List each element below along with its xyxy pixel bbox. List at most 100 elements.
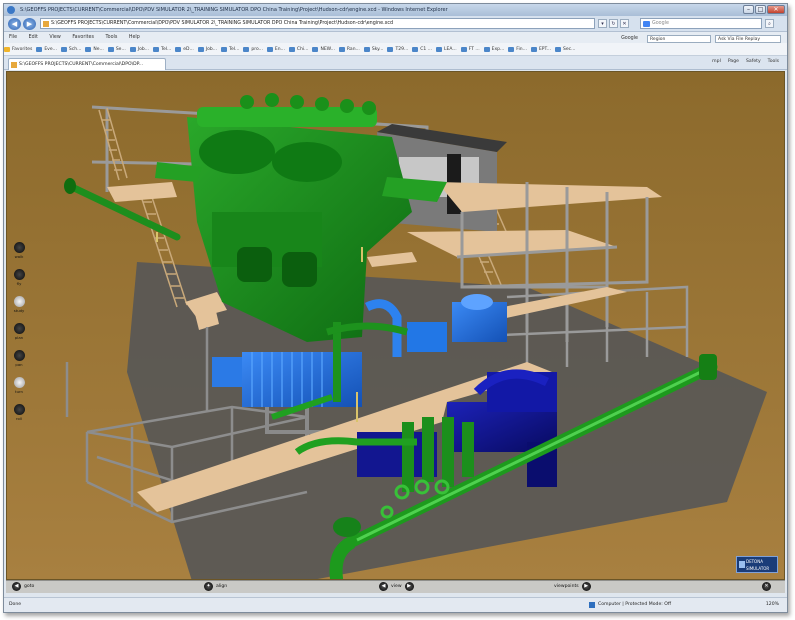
google-icon (643, 21, 650, 27)
tab-row: S:\GEOFFS PROJECTS\CURRENT\Commercial\DP… (4, 56, 787, 70)
security-zone[interactable]: Computer | Protected Mode: Off (589, 598, 671, 612)
close-button[interactable]: ✕ (767, 5, 785, 14)
view-control[interactable]: ◀ view ▶ (379, 582, 414, 591)
nav-label-turn: turn (15, 389, 23, 394)
stop-icon[interactable]: ✕ (620, 19, 629, 28)
viewpoints-icon: ▶ (581, 582, 591, 591)
fly-icon[interactable] (13, 269, 25, 280)
favorite-link[interactable]: pro... (243, 43, 263, 55)
favorite-link[interactable]: Ne... (85, 43, 104, 55)
favorite-link[interactable]: Eve... (36, 43, 57, 55)
address-input[interactable]: S:\GEOFFS PROJECTS\CURRENT\Commercial\DP… (40, 18, 595, 29)
favorites-bar: Favorites Eve... Sch... Ne... Se... Job... Tel… (4, 43, 787, 56)
window-titlebar: S:\GEOFFS PROJECTS\CURRENT\Commercial\DP… (4, 4, 787, 16)
status-bar: Done Computer | Protected Mode: Off 120% (4, 597, 787, 612)
favorites-button[interactable]: Favorites (4, 43, 32, 55)
turn-icon[interactable] (13, 377, 25, 388)
nav-label-pan: pan (15, 362, 23, 367)
menu-bar: File Edit View Favorites Tools Help Goog… (4, 32, 787, 43)
window-title: S:\GEOFFS PROJECTS\CURRENT\Commercial\DP… (20, 7, 448, 13)
menu-tools[interactable]: Tools (106, 35, 118, 40)
favorite-link[interactable]: En... (266, 43, 285, 55)
view-label: view (391, 584, 402, 589)
page-icon (11, 62, 17, 68)
favorite-link[interactable]: T29... (387, 43, 408, 55)
menu-favorites[interactable]: Favorites (72, 35, 94, 40)
close-viewer-icon: ✕ (762, 582, 771, 591)
search-placeholder: Google (652, 21, 669, 26)
nav-label-fly: fly (16, 281, 22, 286)
align-control[interactable]: ✦ align (204, 582, 227, 591)
favorite-link[interactable]: EPT... (530, 43, 551, 55)
navigation-dock: walk fly study plan pan turn roll (12, 242, 26, 431)
menu-help[interactable]: Help (129, 35, 140, 40)
region-select[interactable]: Region (647, 34, 711, 43)
view-prev-icon: ◀ (379, 582, 388, 591)
nav-label-plan: plan (14, 335, 24, 340)
menu-file[interactable]: File (9, 35, 17, 40)
viewpoints-control[interactable]: viewpoints ▶ (554, 582, 591, 591)
favorite-link[interactable]: Sky... (363, 43, 383, 55)
goto-control[interactable]: ◀ goto (12, 582, 34, 591)
command-mail[interactable]: mpl (712, 59, 721, 64)
view-next-icon: ▶ (404, 582, 414, 591)
favorite-link[interactable]: Sch... (60, 43, 81, 55)
ie-logo-icon (7, 6, 15, 14)
favorite-link[interactable]: Job... (197, 43, 217, 55)
address-toolbar: ◀ ▶ S:\GEOFFS PROJECTS\CURRENT\Commercia… (4, 16, 787, 32)
exit-control[interactable]: ✕ (762, 582, 771, 591)
walk-icon[interactable] (13, 242, 25, 253)
menu-edit[interactable]: Edit (29, 35, 38, 40)
viewer-control-bar: ◀ goto ✦ align ◀ view ▶ viewpoints ▶ ✕ (6, 580, 785, 593)
favorite-link[interactable]: C1 ... (412, 43, 432, 55)
status-text: Done (9, 602, 22, 607)
pan-icon[interactable] (13, 350, 25, 361)
3d-viewport[interactable]: walk fly study plan pan turn roll DETONA SIMUL… (6, 71, 785, 580)
menu-view[interactable]: View (49, 35, 60, 40)
nav-label-roll: roll (16, 416, 22, 421)
tab-current[interactable]: S:\GEOFFS PROJECTS\CURRENT\Commercial\DP… (8, 58, 166, 70)
plan-icon[interactable] (13, 323, 25, 334)
maximize-button[interactable]: □ (755, 5, 766, 14)
command-tools[interactable]: Tools (768, 59, 779, 64)
favorite-link[interactable]: Fin... (508, 43, 527, 55)
engine-room-3d-scene[interactable] (7, 72, 785, 580)
favorite-link[interactable]: Tel... (221, 43, 239, 55)
roll-icon[interactable] (13, 404, 25, 415)
favorite-link[interactable]: Chi... (288, 43, 308, 55)
address-dropdown-icon[interactable]: ▾ (598, 19, 607, 28)
search-go-icon[interactable]: ⌕ (765, 19, 774, 28)
viewpoints-label: viewpoints (554, 584, 579, 589)
favorite-link[interactable]: LEA... (435, 43, 457, 55)
favorite-link[interactable]: Sec... (555, 43, 575, 55)
goto-label: goto (24, 584, 35, 589)
minimize-button[interactable]: – (743, 5, 754, 14)
favorite-link[interactable]: Exp... (483, 43, 504, 55)
favorite-link[interactable]: Ran... (338, 43, 360, 55)
refresh-icon[interactable]: ↻ (609, 19, 618, 28)
search-input[interactable]: Google (640, 18, 762, 29)
logo-line-2: SIMULATOR (746, 566, 770, 571)
vendor-logo: DETONA SIMULATOR (736, 556, 778, 573)
favorite-link[interactable]: Se... (107, 43, 126, 55)
ask-select[interactable]: Ask Via File Replay (715, 34, 781, 43)
goto-icon: ◀ (12, 582, 21, 591)
address-url: S:\GEOFFS PROJECTS\CURRENT\Commercial\DP… (51, 21, 394, 26)
forward-button[interactable]: ▶ (23, 18, 36, 30)
command-safety[interactable]: Safety (746, 59, 761, 64)
nav-label-study: study (13, 308, 25, 313)
align-icon: ✦ (204, 582, 213, 591)
favorite-link[interactable]: FT ... (460, 43, 480, 55)
study-icon[interactable] (13, 296, 25, 307)
favorite-link[interactable]: NEW... (312, 43, 335, 55)
align-label: align (216, 584, 228, 589)
back-button[interactable]: ◀ (8, 18, 21, 30)
favorite-link[interactable]: Tel... (152, 43, 171, 55)
favorite-link[interactable]: eD... (175, 43, 194, 55)
favorite-link[interactable]: Job... (129, 43, 149, 55)
browser-window: S:\GEOFFS PROJECTS\CURRENT\Commercial\DP… (3, 3, 788, 613)
zoom-level[interactable]: 120% (766, 598, 779, 612)
command-page[interactable]: Page (728, 59, 739, 64)
logo-line-1: DETONA (746, 559, 763, 564)
tab-label: S:\GEOFFS PROJECTS\CURRENT\Commercial\DP… (19, 62, 144, 67)
